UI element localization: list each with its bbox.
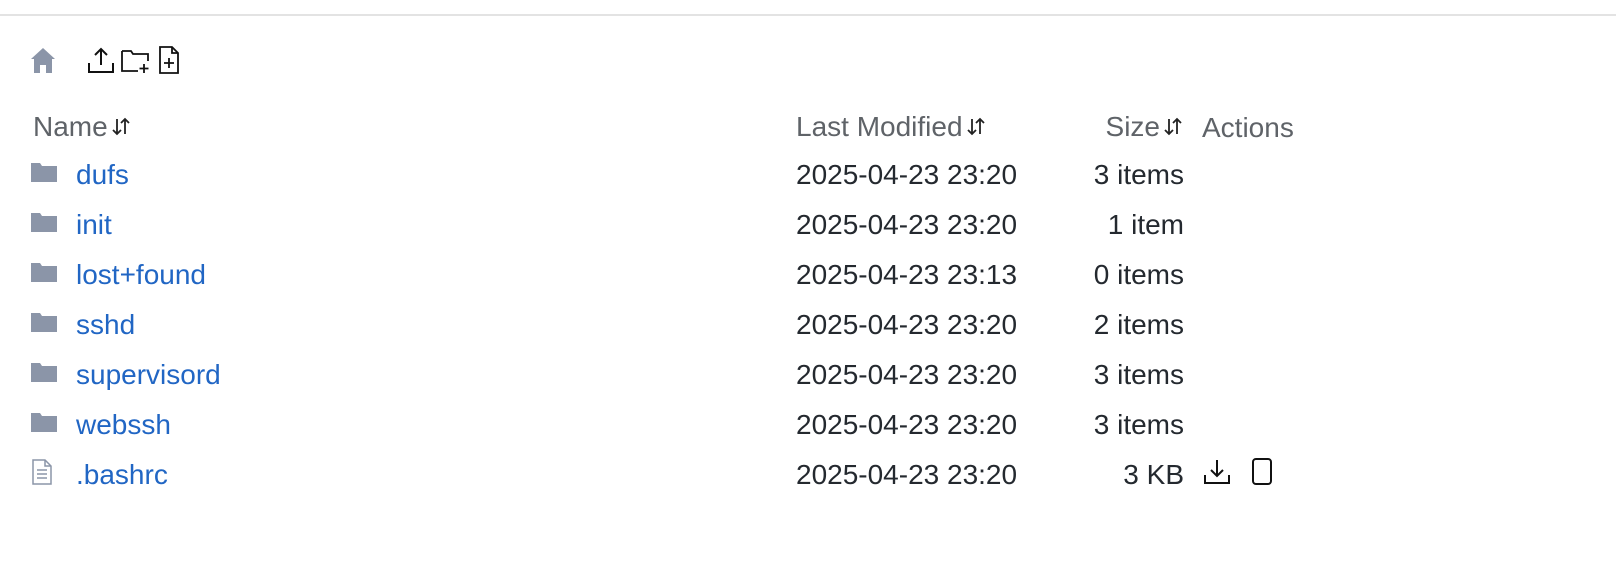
download-icon[interactable] xyxy=(1202,457,1232,494)
name-column-header[interactable]: Name xyxy=(30,106,796,150)
folder-icon xyxy=(30,400,76,450)
home-icon[interactable] xyxy=(30,46,56,74)
file-name-link[interactable]: supervisord xyxy=(76,359,221,390)
actions-header-label: Actions xyxy=(1202,112,1294,143)
modified-cell: 2025-04-23 23:20 xyxy=(796,159,1018,190)
upload-icon[interactable] xyxy=(86,45,116,75)
file-table: Name Last Modified Size Actions dufs 202… xyxy=(30,106,1332,500)
sort-icon[interactable] xyxy=(1162,113,1184,145)
folder-icon xyxy=(30,150,76,200)
size-header-label: Size xyxy=(1105,111,1160,142)
table-row[interactable]: webssh 2025-04-23 23:20 3 items xyxy=(30,400,1332,450)
actions-cell xyxy=(1184,300,1332,350)
sort-icon[interactable] xyxy=(965,113,987,145)
table-row[interactable]: init 2025-04-23 23:20 1 item xyxy=(30,200,1332,250)
file-name-link[interactable]: webssh xyxy=(76,409,171,440)
file-name-link[interactable]: .bashrc xyxy=(76,459,168,490)
file-name-link[interactable]: sshd xyxy=(76,309,135,340)
file-name-link[interactable]: init xyxy=(76,209,112,240)
table-row[interactable]: lost+found 2025-04-23 23:13 0 items xyxy=(30,250,1332,300)
toolbar xyxy=(30,42,182,78)
new-file-icon[interactable] xyxy=(156,45,182,75)
modified-cell: 2025-04-23 23:20 xyxy=(796,459,1018,490)
last-modified-header-label: Last Modified xyxy=(796,111,963,142)
folder-icon xyxy=(30,350,76,400)
modified-cell: 2025-04-23 23:20 xyxy=(796,309,1018,340)
file-icon xyxy=(30,450,76,500)
sort-icon[interactable] xyxy=(110,113,132,145)
size-cell: 1 item xyxy=(1107,209,1184,240)
size-cell: 0 items xyxy=(1093,259,1184,290)
new-folder-icon[interactable] xyxy=(120,45,152,75)
view-icon[interactable] xyxy=(1250,457,1274,494)
last-modified-column-header[interactable]: Last Modified xyxy=(796,106,1036,150)
table-row[interactable]: supervisord 2025-04-23 23:20 3 items xyxy=(30,350,1332,400)
file-name-link[interactable]: lost+found xyxy=(76,259,206,290)
modified-cell: 2025-04-23 23:20 xyxy=(796,209,1018,240)
folder-icon xyxy=(30,200,76,250)
folder-icon xyxy=(30,300,76,350)
size-cell: 2 items xyxy=(1093,309,1184,340)
actions-cell xyxy=(1184,450,1332,500)
modified-cell: 2025-04-23 23:13 xyxy=(796,259,1018,290)
actions-cell xyxy=(1184,250,1332,300)
folder-icon xyxy=(30,250,76,300)
top-divider xyxy=(0,14,1616,16)
actions-column-header: Actions xyxy=(1184,106,1332,150)
actions-cell xyxy=(1184,350,1332,400)
table-row[interactable]: sshd 2025-04-23 23:20 2 items xyxy=(30,300,1332,350)
actions-cell xyxy=(1184,200,1332,250)
size-cell: 3 items xyxy=(1093,159,1184,190)
table-header-row: Name Last Modified Size Actions xyxy=(30,106,1332,150)
name-header-label: Name xyxy=(33,111,108,142)
actions-cell xyxy=(1184,400,1332,450)
table-row[interactable]: dufs 2025-04-23 23:20 3 items xyxy=(30,150,1332,200)
table-row[interactable]: .bashrc 2025-04-23 23:20 3 KB xyxy=(30,450,1332,500)
size-cell: 3 KB xyxy=(1123,459,1184,490)
modified-cell: 2025-04-23 23:20 xyxy=(796,409,1018,440)
size-cell: 3 items xyxy=(1093,359,1184,390)
size-column-header[interactable]: Size xyxy=(1036,106,1184,150)
size-cell: 3 items xyxy=(1093,409,1184,440)
file-name-link[interactable]: dufs xyxy=(76,159,129,190)
modified-cell: 2025-04-23 23:20 xyxy=(796,359,1018,390)
actions-cell xyxy=(1184,150,1332,200)
